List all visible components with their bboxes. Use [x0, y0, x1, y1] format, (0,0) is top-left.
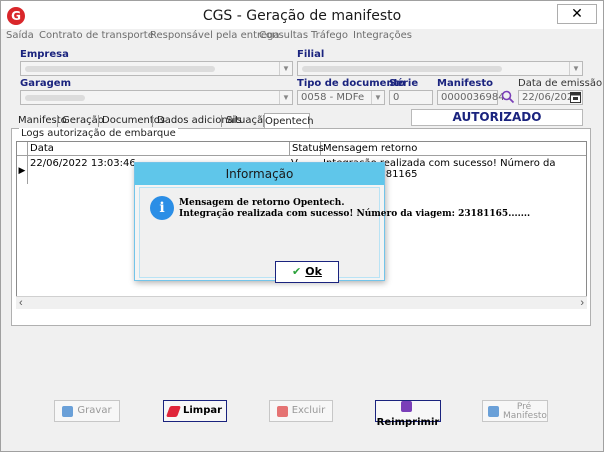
empresa-label: Empresa [20, 49, 69, 60]
column-data[interactable]: Data [28, 142, 290, 156]
dialog-message: Mensagem de retorno Opentech. Integração… [179, 198, 531, 219]
scroll-left-icon[interactable]: ‹ [19, 297, 23, 310]
dialog-body: i Mensagem de retorno Opentech. Integraç… [139, 187, 530, 283]
filial-label: Filial [297, 49, 325, 60]
menu-integracoes[interactable]: Integrações [353, 30, 412, 41]
info-dialog: Informação i Mensagem de retorno Opentec… [134, 162, 530, 283]
chevron-down-icon[interactable]: ▼ [371, 91, 384, 104]
chevron-down-icon[interactable]: ▼ [279, 62, 292, 75]
row-indicator-icon: ▶ [17, 156, 28, 184]
filial-field[interactable]: ▼ [297, 61, 583, 76]
tipo-documento-select[interactable]: 0058 - MDFe ▼ [297, 90, 385, 105]
tab-manifesto[interactable]: Manifesto [18, 113, 67, 129]
serie-field[interactable]: 0 [389, 90, 433, 105]
tab-opentech[interactable]: Opentech [264, 113, 314, 129]
tab-documentos[interactable]: Documentos [102, 113, 165, 129]
chevron-down-icon[interactable]: ▼ [569, 62, 582, 75]
app-window: G CGS - Geração de manifesto ✕ Saída Con… [0, 0, 604, 452]
excluir-button[interactable]: Excluir [269, 400, 333, 422]
manifesto-field[interactable]: 0000036984 [437, 90, 505, 105]
eraser-icon [165, 405, 181, 417]
serie-label: Série [389, 78, 419, 89]
garagem-label: Garagem [20, 78, 71, 89]
menu-contrato-transporte[interactable]: Contrato de transporte [39, 30, 154, 41]
menu-trafego[interactable]: Tráfego [311, 30, 348, 41]
pre-manifesto-button[interactable]: Pré Manifesto [482, 400, 548, 422]
window-title: CGS - Geração de manifesto [202, 8, 402, 24]
grid-header: Data Status Mensagem retorno [17, 142, 586, 156]
data-emissao-label: Data de emissão [518, 78, 603, 89]
search-icon[interactable] [501, 90, 515, 104]
save-icon [62, 405, 74, 417]
empresa-field[interactable]: ▼ [20, 61, 293, 76]
menu-bar: Saída Contrato de transporte Responsável… [1, 29, 603, 45]
logs-legend: Logs autorização de embarque [19, 128, 178, 139]
close-button[interactable]: ✕ [557, 4, 597, 24]
printer-icon [400, 401, 412, 412]
checkmark-icon: ✔ [292, 265, 302, 278]
info-icon: i [150, 196, 174, 220]
reimprimir-button[interactable]: Reimprimir [375, 400, 441, 428]
menu-saida[interactable]: Saída [6, 30, 34, 41]
gravar-button[interactable]: Gravar [54, 400, 120, 422]
status-badge: AUTORIZADO [411, 109, 583, 126]
cell-data: 22/06/2022 13:03:46 [30, 158, 136, 169]
limpar-button[interactable]: Limpar [163, 400, 227, 422]
data-emissao-field[interactable]: 22/06/2022 [518, 90, 583, 105]
calendar-icon[interactable] [570, 92, 581, 103]
title-bar: G CGS - Geração de manifesto ✕ [1, 1, 603, 31]
horizontal-scrollbar[interactable]: ‹ › [16, 296, 587, 309]
trash-icon [276, 405, 288, 417]
chevron-down-icon[interactable]: ▼ [279, 91, 292, 104]
garagem-field[interactable]: ▼ [20, 90, 293, 105]
ok-button[interactable]: ✔ Ok [275, 261, 339, 283]
dialog-title: Informação [135, 163, 384, 185]
menu-consultas[interactable]: Consultas [259, 30, 308, 41]
column-mensagem[interactable]: Mensagem retorno [321, 142, 586, 156]
column-status[interactable]: Status [290, 142, 324, 156]
document-icon [488, 406, 499, 417]
manifesto-label: Manifesto [437, 78, 493, 89]
scroll-right-icon[interactable]: › [580, 297, 584, 310]
